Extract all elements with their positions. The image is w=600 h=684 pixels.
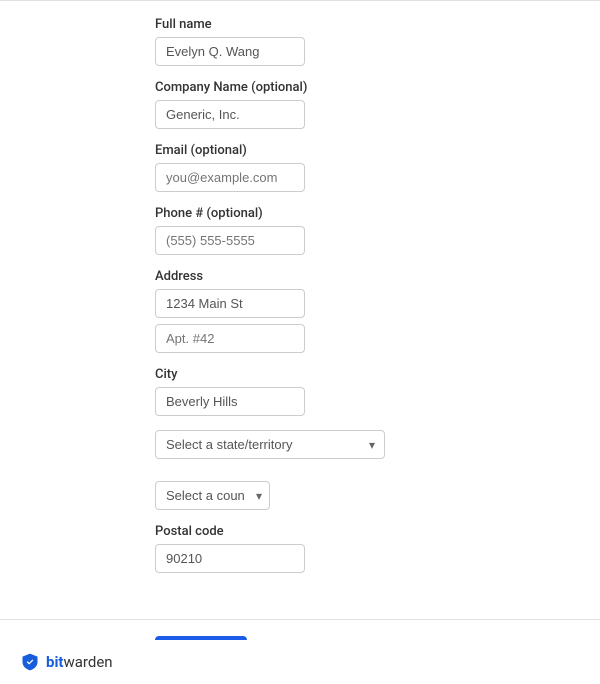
country-select[interactable]: Select a country United States Canada Un… xyxy=(155,481,270,510)
phone-group: Phone # (optional) xyxy=(155,206,445,255)
email-group: Email (optional) xyxy=(155,143,445,192)
state-group: Select a state/territory Alabama Alaska … xyxy=(155,430,445,467)
city-input[interactable] xyxy=(155,387,305,416)
bitwarden-shield-icon xyxy=(20,652,40,672)
state-select-wrapper: Select a state/territory Alabama Alaska … xyxy=(155,430,385,459)
country-group: Select a country United States Canada Un… xyxy=(155,481,445,510)
company-input[interactable] xyxy=(155,100,305,129)
fullname-label: Full name xyxy=(155,17,445,32)
address-label: Address xyxy=(155,269,445,284)
bitwarden-text: bitwarden xyxy=(46,653,113,671)
company-group: Company Name (optional) xyxy=(155,80,445,129)
fullname-group: Full name xyxy=(155,17,445,66)
email-input[interactable] xyxy=(155,163,305,192)
page-container: Full name Company Name (optional) Email … xyxy=(0,0,600,684)
fullname-input[interactable] xyxy=(155,37,305,66)
postal-group: Postal code xyxy=(155,524,445,573)
address-group: Address xyxy=(155,269,445,353)
postal-label: Postal code xyxy=(155,524,445,539)
email-label: Email (optional) xyxy=(155,143,445,158)
phone-label: Phone # (optional) xyxy=(155,206,445,221)
state-select[interactable]: Select a state/territory Alabama Alaska … xyxy=(155,430,385,459)
city-label: City xyxy=(155,367,445,382)
address-line1-input[interactable] xyxy=(155,289,305,318)
postal-input[interactable] xyxy=(155,544,305,573)
phone-input[interactable] xyxy=(155,226,305,255)
bitwarden-logo: bitwarden xyxy=(20,652,113,672)
country-select-wrapper: Select a country United States Canada Un… xyxy=(155,481,270,510)
city-group: City xyxy=(155,367,445,416)
footer: bitwarden xyxy=(0,640,600,684)
address-line2-input[interactable] xyxy=(155,324,305,353)
company-label: Company Name (optional) xyxy=(155,80,445,95)
form-container: Full name Company Name (optional) Email … xyxy=(0,1,600,603)
